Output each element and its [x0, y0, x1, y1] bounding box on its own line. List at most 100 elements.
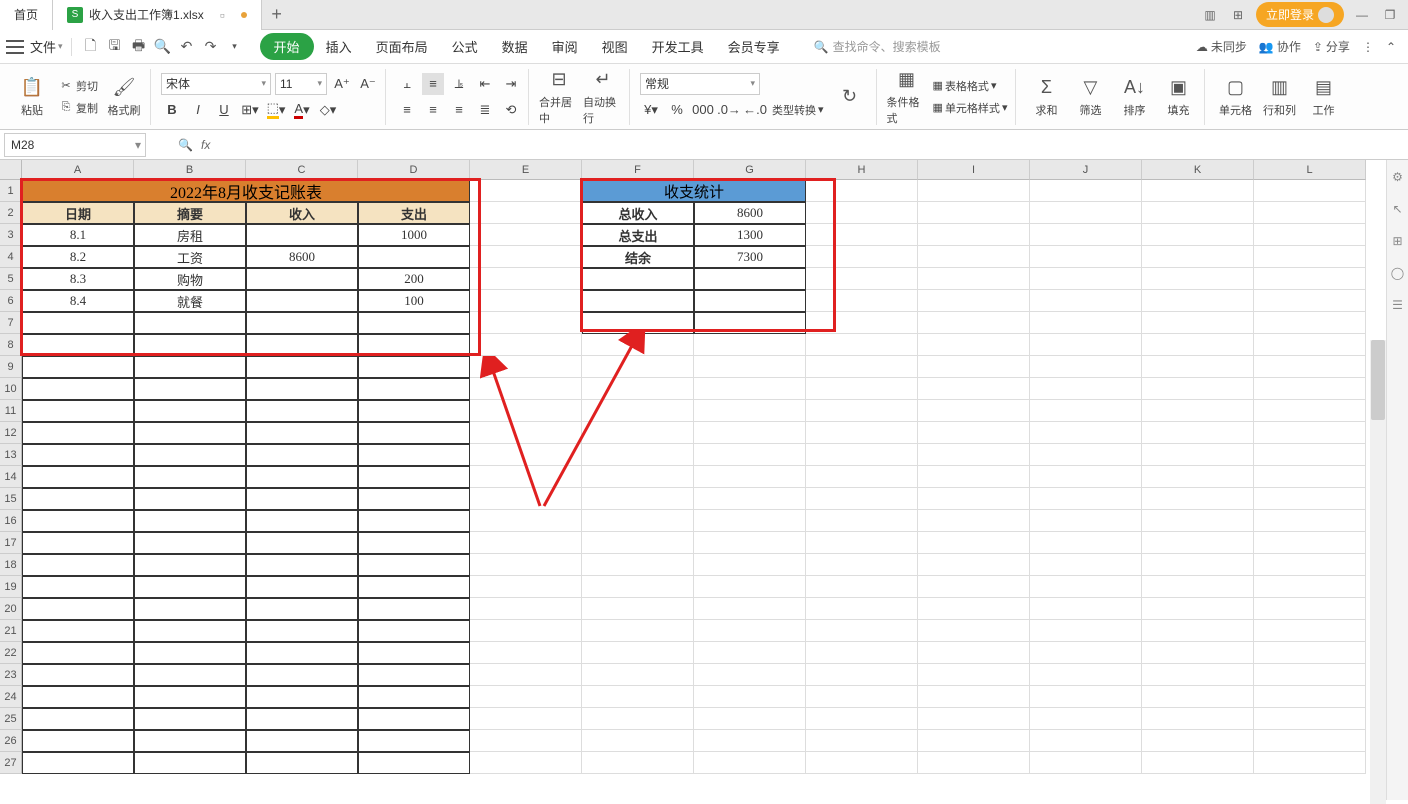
- cell[interactable]: [1030, 488, 1142, 510]
- cell[interactable]: [1142, 576, 1254, 598]
- cell[interactable]: [806, 686, 918, 708]
- cell[interactable]: [918, 686, 1030, 708]
- cell[interactable]: [358, 378, 470, 400]
- cell[interactable]: [1142, 466, 1254, 488]
- cell[interactable]: 8.4: [22, 290, 134, 312]
- col-header-L[interactable]: L: [1254, 160, 1366, 180]
- more-menu[interactable]: ⋮: [1362, 40, 1374, 54]
- cell[interactable]: [1030, 356, 1142, 378]
- cell[interactable]: [806, 180, 918, 202]
- rp-icon-4[interactable]: ◯: [1389, 264, 1407, 282]
- cell[interactable]: [470, 422, 582, 444]
- cell[interactable]: [470, 224, 582, 246]
- cell[interactable]: [358, 554, 470, 576]
- cell[interactable]: [358, 598, 470, 620]
- cell[interactable]: [1254, 334, 1366, 356]
- ribbon-tab-formula[interactable]: 公式: [440, 31, 490, 62]
- cell[interactable]: [918, 488, 1030, 510]
- cell[interactable]: [1142, 642, 1254, 664]
- bold-button[interactable]: B: [161, 99, 183, 121]
- number-format-combo[interactable]: 常规▾: [640, 73, 760, 95]
- new-tab-button[interactable]: +: [262, 4, 292, 25]
- cell[interactable]: [470, 554, 582, 576]
- cell[interactable]: [806, 642, 918, 664]
- orientation-button[interactable]: ⟲: [500, 99, 522, 121]
- cell[interactable]: 8600: [246, 246, 358, 268]
- tab-file[interactable]: S 收入支出工作簿1.xlsx ▫: [53, 0, 262, 30]
- cell[interactable]: [22, 642, 134, 664]
- cell[interactable]: [918, 466, 1030, 488]
- cell[interactable]: [582, 510, 694, 532]
- cell[interactable]: [918, 268, 1030, 290]
- cell[interactable]: [582, 598, 694, 620]
- italic-button[interactable]: I: [187, 99, 209, 121]
- cell[interactable]: [806, 224, 918, 246]
- cell[interactable]: [1142, 290, 1254, 312]
- cell[interactable]: [470, 686, 582, 708]
- cell[interactable]: [134, 532, 246, 554]
- cell[interactable]: [1030, 290, 1142, 312]
- cell[interactable]: [134, 510, 246, 532]
- col-header-A[interactable]: A: [22, 160, 134, 180]
- align-justify-button[interactable]: ≣: [474, 99, 496, 121]
- cell[interactable]: [1142, 554, 1254, 576]
- cell[interactable]: [1254, 312, 1366, 334]
- row-header-19[interactable]: 19: [0, 576, 22, 598]
- cell[interactable]: [694, 378, 806, 400]
- cell[interactable]: 8600: [694, 202, 806, 224]
- cell[interactable]: [22, 752, 134, 774]
- cell[interactable]: [806, 378, 918, 400]
- col-header-F[interactable]: F: [582, 160, 694, 180]
- cell[interactable]: [134, 598, 246, 620]
- cell[interactable]: [806, 268, 918, 290]
- row-header-15[interactable]: 15: [0, 488, 22, 510]
- cell[interactable]: [1142, 422, 1254, 444]
- cell[interactable]: [358, 334, 470, 356]
- cell[interactable]: [470, 708, 582, 730]
- cell[interactable]: [1030, 532, 1142, 554]
- cell[interactable]: [694, 554, 806, 576]
- cell[interactable]: [694, 620, 806, 642]
- cell[interactable]: [1142, 598, 1254, 620]
- row-header-22[interactable]: 22: [0, 642, 22, 664]
- cell[interactable]: [470, 664, 582, 686]
- cell[interactable]: [918, 730, 1030, 752]
- increase-font-button[interactable]: A⁺: [331, 73, 353, 95]
- cell[interactable]: [806, 576, 918, 598]
- cell[interactable]: [918, 334, 1030, 356]
- cell[interactable]: [806, 202, 918, 224]
- cell[interactable]: [246, 686, 358, 708]
- row-header-1[interactable]: 1: [0, 180, 22, 202]
- rowcol-button[interactable]: ▥行和列: [1259, 76, 1299, 118]
- cell[interactable]: [22, 488, 134, 510]
- cell[interactable]: [582, 532, 694, 554]
- cell[interactable]: [246, 268, 358, 290]
- clear-format-button[interactable]: ◇▾: [317, 99, 339, 121]
- col-header-C[interactable]: C: [246, 160, 358, 180]
- cell[interactable]: [1254, 576, 1366, 598]
- cell[interactable]: [22, 576, 134, 598]
- cell[interactable]: [470, 466, 582, 488]
- cell[interactable]: [806, 488, 918, 510]
- cell[interactable]: [918, 444, 1030, 466]
- align-center-button[interactable]: ≡: [422, 99, 444, 121]
- align-bottom-button[interactable]: ⫡: [448, 73, 470, 95]
- row-header-6[interactable]: 6: [0, 290, 22, 312]
- cell[interactable]: [358, 730, 470, 752]
- cell[interactable]: [1030, 246, 1142, 268]
- namebox-dd-icon[interactable]: ▾: [135, 138, 141, 152]
- cell[interactable]: [806, 598, 918, 620]
- fill-color-button[interactable]: ⬚▾: [265, 99, 287, 121]
- cell[interactable]: [246, 422, 358, 444]
- cell[interactable]: [1030, 730, 1142, 752]
- cell[interactable]: [918, 642, 1030, 664]
- cell[interactable]: [134, 686, 246, 708]
- cell[interactable]: [582, 312, 694, 334]
- qat-redo-icon[interactable]: ↷: [200, 36, 222, 58]
- cell[interactable]: [1142, 246, 1254, 268]
- cell[interactable]: [806, 752, 918, 774]
- cell[interactable]: [1030, 576, 1142, 598]
- cells-button[interactable]: ▢单元格: [1215, 76, 1255, 118]
- cell[interactable]: [694, 444, 806, 466]
- cell[interactable]: [694, 488, 806, 510]
